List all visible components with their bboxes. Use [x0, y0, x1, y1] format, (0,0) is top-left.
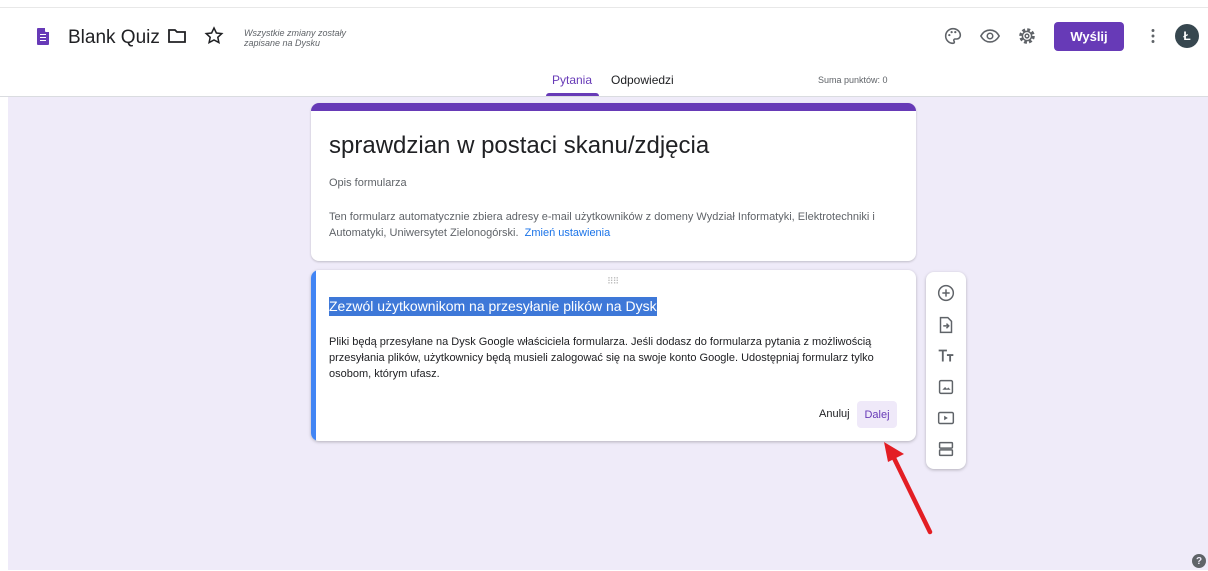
send-button[interactable]: Wyślij — [1054, 22, 1124, 51]
forms-icon[interactable] — [37, 28, 49, 45]
upload-dialog-title: Zezwól użytkownikom na przesyłanie plikó… — [329, 297, 657, 316]
import-questions-icon[interactable] — [935, 314, 957, 336]
add-section-icon[interactable] — [935, 438, 957, 460]
palette-icon[interactable] — [942, 25, 964, 47]
red-arrow-annotation — [884, 442, 933, 535]
points-total: Suma punktów: 0 — [818, 75, 888, 85]
folder-icon[interactable] — [165, 24, 189, 48]
cancel-button[interactable]: Anuluj — [819, 408, 850, 420]
add-title-icon[interactable] — [935, 345, 957, 367]
more-vert-icon[interactable] — [1142, 25, 1164, 47]
save-status: Wszystkie zmiany zostały zapisane na Dys… — [244, 28, 347, 48]
focus-indicator — [311, 270, 316, 441]
gear-icon[interactable] — [1016, 25, 1038, 47]
form-title[interactable]: sprawdzian w postaci skanu/zdjęcia — [329, 132, 709, 160]
file-upload-dialog-card: ⠿⠿ Zezwól użytkownikom na przesyłanie pl… — [311, 270, 916, 441]
active-tab-indicator — [546, 93, 599, 96]
eye-icon[interactable] — [979, 25, 1001, 47]
form-name[interactable]: Blank Quiz — [68, 27, 160, 49]
upload-dialog-text: Pliki będą przesyłane na Dysk Google wła… — [329, 336, 874, 380]
drag-handle-icon[interactable]: ⠿⠿ — [607, 276, 619, 287]
email-collection-notice: Ten formularz automatycznie zbiera adres… — [329, 209, 909, 241]
star-icon[interactable] — [202, 24, 226, 48]
add-question-icon[interactable] — [935, 282, 957, 304]
form-description-field[interactable]: Opis formularza — [329, 177, 407, 189]
add-image-icon[interactable] — [935, 376, 957, 398]
help-icon[interactable]: ? — [1192, 554, 1206, 568]
change-settings-link[interactable]: Zmień ustawienia — [525, 227, 611, 239]
tab-questions[interactable]: Pytania — [552, 73, 592, 87]
app-header: Blank Quiz Wszystkie zmiany zostały zapi… — [0, 0, 1208, 97]
next-button[interactable]: Dalej — [857, 401, 897, 428]
add-video-icon[interactable] — [935, 407, 957, 429]
divider — [0, 7, 1208, 8]
form-header-card[interactable]: sprawdzian w postaci skanu/zdjęcia Opis … — [311, 103, 916, 261]
avatar[interactable]: Ł — [1175, 24, 1199, 48]
accent-bar — [311, 103, 916, 111]
tab-responses[interactable]: Odpowiedzi — [611, 73, 674, 87]
